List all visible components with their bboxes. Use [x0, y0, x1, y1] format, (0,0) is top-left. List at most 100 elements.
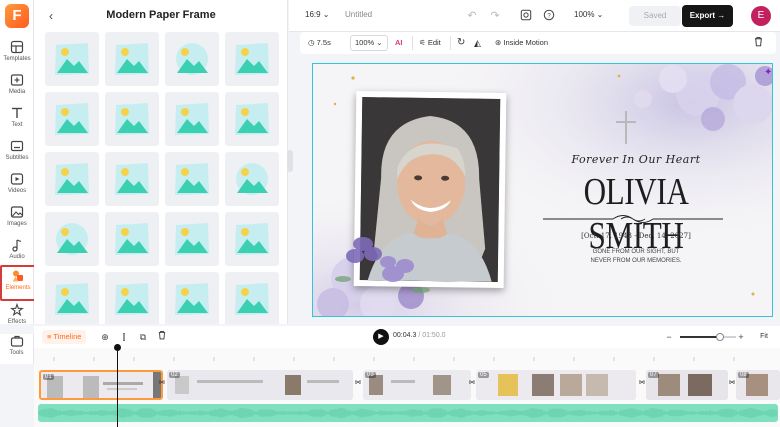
frame-tile[interactable] — [45, 152, 99, 206]
capture-icon[interactable] — [519, 9, 533, 23]
rail-item-effects[interactable]: Effects — [0, 303, 34, 333]
top-bar: 16:9 ⌄ Untitled ↶ ↷ ? 100% ⌄ Saved Expor… — [289, 0, 780, 32]
zoom-out-icon[interactable]: − — [663, 330, 675, 344]
flip-icon[interactable]: ◭ — [474, 36, 481, 50]
frame-tile[interactable] — [165, 212, 219, 266]
frame-tile[interactable] — [45, 272, 99, 324]
dates-text[interactable]: [Oct. 17, 1943 - Dec. 14, 2027] — [551, 232, 721, 240]
play-button[interactable]: ▶ — [373, 329, 389, 345]
playhead[interactable] — [114, 344, 121, 427]
frame-tile[interactable] — [105, 152, 159, 206]
timeline-zoom-slider[interactable] — [680, 333, 736, 341]
rail-item-audio[interactable]: Audio — [0, 238, 34, 268]
text-icon — [12, 107, 22, 118]
rail-item-subtitles[interactable]: Subtitles — [0, 139, 34, 169]
rail-item-media[interactable]: Media — [0, 73, 34, 103]
split-icon[interactable]: ⫿ — [118, 330, 130, 344]
clip-number: 07 — [648, 372, 659, 378]
duplicate-icon[interactable]: ⧉ — [137, 330, 149, 344]
frame-tile[interactable] — [225, 272, 279, 324]
frame-tile[interactable] — [105, 92, 159, 146]
aspect-ratio-select[interactable]: 16:9 ⌄ — [305, 10, 330, 19]
panel-collapse-handle[interactable] — [287, 150, 293, 172]
fit-button[interactable]: Fit — [753, 330, 775, 344]
project-name[interactable]: Untitled — [345, 10, 372, 19]
scale-select[interactable]: 100% ⌄ — [350, 35, 388, 51]
motion-icon: ⊛ — [495, 38, 502, 47]
frame-tile[interactable] — [45, 32, 99, 86]
avatar[interactable]: E — [751, 6, 771, 26]
frame-tile[interactable] — [165, 92, 219, 146]
effects-icon — [10, 303, 24, 317]
total-time: / 01:50.0 — [418, 332, 446, 339]
transition-icon[interactable]: ⋈ — [638, 379, 646, 387]
frame-tile[interactable] — [225, 32, 279, 86]
rail-item-elements[interactable]: Elements — [0, 265, 36, 301]
frame-tile[interactable] — [105, 32, 159, 86]
trash-icon-svg — [754, 37, 763, 47]
rail-item-images[interactable]: Images — [0, 205, 34, 235]
edit-button[interactable]: ⚟ Edit — [419, 36, 441, 50]
transition-icon[interactable]: ⋈ — [158, 379, 166, 387]
app-logo[interactable]: F — [5, 4, 29, 28]
memorial-line-2: NEVER FROM OUR MEMORIES. — [590, 257, 682, 264]
add-clip-icon[interactable]: ⊕ — [99, 330, 111, 344]
frame-tile[interactable] — [225, 152, 279, 206]
help-icon[interactable]: ? — [542, 9, 556, 23]
saved-button[interactable]: Saved — [629, 6, 681, 26]
zoom-slider-handle[interactable] — [716, 333, 725, 341]
frame-tile[interactable] — [225, 92, 279, 146]
clip-03[interactable]: 03 — [363, 370, 471, 400]
tagline-text[interactable]: Forever In Our Heart — [551, 153, 721, 166]
rail-item-text[interactable]: Text — [0, 106, 34, 136]
frame-tile[interactable] — [225, 212, 279, 266]
transition-icon[interactable]: ⋈ — [728, 379, 736, 387]
toolbar-divider — [450, 36, 451, 50]
export-button[interactable]: Export → — [682, 5, 733, 27]
rail-item-videos[interactable]: Videos — [0, 172, 34, 202]
rail-label: Audio — [9, 254, 25, 260]
ai-tool-button[interactable]: AI — [395, 36, 403, 50]
frame-thumbnail — [176, 43, 208, 75]
videos-icon — [10, 173, 24, 185]
frame-thumbnail — [55, 163, 89, 195]
frame-thumbnail — [115, 283, 149, 315]
zoom-select[interactable]: 100% ⌄ — [574, 10, 603, 19]
transition-icon[interactable]: ⋈ — [468, 379, 476, 387]
zoom-in-icon[interactable]: + — [735, 330, 747, 344]
frame-tile[interactable] — [105, 212, 159, 266]
clip-08[interactable]: 08 — [736, 370, 780, 400]
redo-icon[interactable]: ↷ — [488, 9, 502, 23]
clip-02[interactable]: 02 — [167, 370, 353, 400]
frame-tile[interactable] — [165, 272, 219, 324]
duration-control[interactable]: ◷ 7.5s — [308, 36, 331, 50]
templates-icon — [10, 40, 24, 54]
frame-tile[interactable] — [105, 272, 159, 324]
undo-icon[interactable]: ↶ — [465, 9, 479, 23]
transition-icon[interactable]: ⋈ — [354, 379, 362, 387]
rotate-icon[interactable]: ↻ — [457, 36, 465, 50]
clip-05[interactable]: 05 — [476, 370, 636, 400]
frame-thumbnail — [175, 163, 209, 195]
rail-item-tools[interactable]: Tools — [0, 334, 34, 364]
rail-label: Images — [7, 221, 27, 227]
magic-effect-icon[interactable]: ✦ — [764, 66, 777, 79]
rail-item-templates[interactable]: Templates — [0, 40, 34, 70]
delete-clip-icon[interactable] — [156, 330, 168, 344]
frame-tile[interactable] — [165, 32, 219, 86]
clip-07[interactable]: 07 — [646, 370, 728, 400]
clip-01[interactable]: 01 — [39, 370, 163, 400]
delete-icon[interactable] — [753, 36, 764, 50]
frame-tile[interactable] — [45, 92, 99, 146]
audio-track[interactable] — [38, 404, 778, 422]
timeline-toggle[interactable]: ≡ Timeline — [42, 330, 87, 344]
frame-tile[interactable] — [45, 212, 99, 266]
trash-icon-svg — [158, 331, 166, 340]
inside-motion-button[interactable]: ⊛ Inside Motion — [495, 36, 548, 50]
panel-title: Modern Paper Frame — [106, 9, 216, 21]
left-rail: F Templates Media Text Subtitles Videos … — [0, 0, 36, 325]
frame-tile[interactable] — [165, 152, 219, 206]
memorial-text[interactable]: GONE FROM OUR SIGHT, BUT NEVER FROM OUR … — [561, 248, 711, 265]
design-canvas[interactable]: Forever In Our Heart OLIVIA SMITH [Oct. … — [312, 63, 773, 317]
frame-thumbnail — [55, 43, 89, 75]
